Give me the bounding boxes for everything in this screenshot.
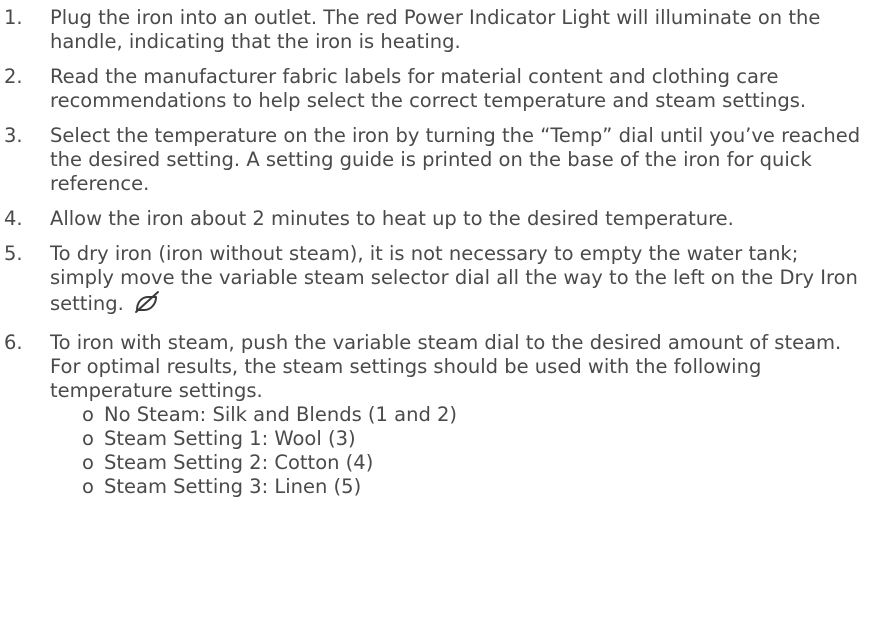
list-item-text: Steam Setting 3: Linen (5) (104, 475, 362, 498)
step-text: To dry iron (iron without steam), it is … (50, 242, 858, 315)
steam-settings-list: o No Steam: Silk and Blends (1 and 2) o St… (50, 403, 865, 499)
instruction-step-4: 4. Allow the iron about 2 minutes to hea… (4, 207, 869, 231)
instruction-step-1: 1. Plug the iron into an outlet. The red… (4, 6, 869, 54)
instruction-step-5: 5. To dry iron (iron without steam), it … (4, 242, 869, 320)
list-bullet: o (82, 427, 94, 450)
dry-iron-icon (134, 290, 160, 320)
instructions-page: 1. Plug the iron into an outlet. The red… (0, 0, 869, 620)
step-text: Plug the iron into an outlet. The red Po… (50, 6, 821, 53)
step-number: 6. (4, 331, 23, 354)
step-text: Allow the iron about 2 minutes to heat u… (50, 207, 734, 230)
instruction-steps-list: 1. Plug the iron into an outlet. The red… (4, 6, 869, 499)
step-number: 5. (4, 242, 23, 265)
step-number: 2. (4, 65, 23, 88)
list-item: o Steam Setting 1: Wool (3) (82, 427, 865, 451)
step-body: To dry iron (iron without steam), it is … (50, 242, 869, 320)
list-item-text: Steam Setting 2: Cotton (4) (104, 451, 374, 474)
step-text: Read the manufacturer fabric labels for … (50, 65, 807, 112)
list-item-text: No Steam: Silk and Blends (1 and 2) (104, 403, 458, 426)
step-text: To iron with steam, push the variable st… (50, 331, 842, 402)
list-bullet: o (82, 451, 94, 474)
list-bullet: o (82, 475, 94, 498)
step-number: 1. (4, 6, 23, 29)
list-item: o No Steam: Silk and Blends (1 and 2) (82, 403, 865, 427)
instruction-step-3: 3. Select the temperature on the iron by… (4, 124, 869, 196)
step-number: 4. (4, 207, 23, 230)
instruction-step-6: 6. To iron with steam, push the variable… (4, 331, 869, 499)
step-body: To iron with steam, push the variable st… (50, 331, 869, 499)
instruction-step-2: 2. Read the manufacturer fabric labels f… (4, 65, 869, 113)
step-text: Select the temperature on the iron by tu… (50, 124, 861, 195)
list-item: o Steam Setting 3: Linen (5) (82, 475, 865, 499)
list-item: o Steam Setting 2: Cotton (4) (82, 451, 865, 475)
list-item-text: Steam Setting 1: Wool (3) (104, 427, 356, 450)
step-number: 3. (4, 124, 23, 147)
list-bullet: o (82, 403, 94, 426)
